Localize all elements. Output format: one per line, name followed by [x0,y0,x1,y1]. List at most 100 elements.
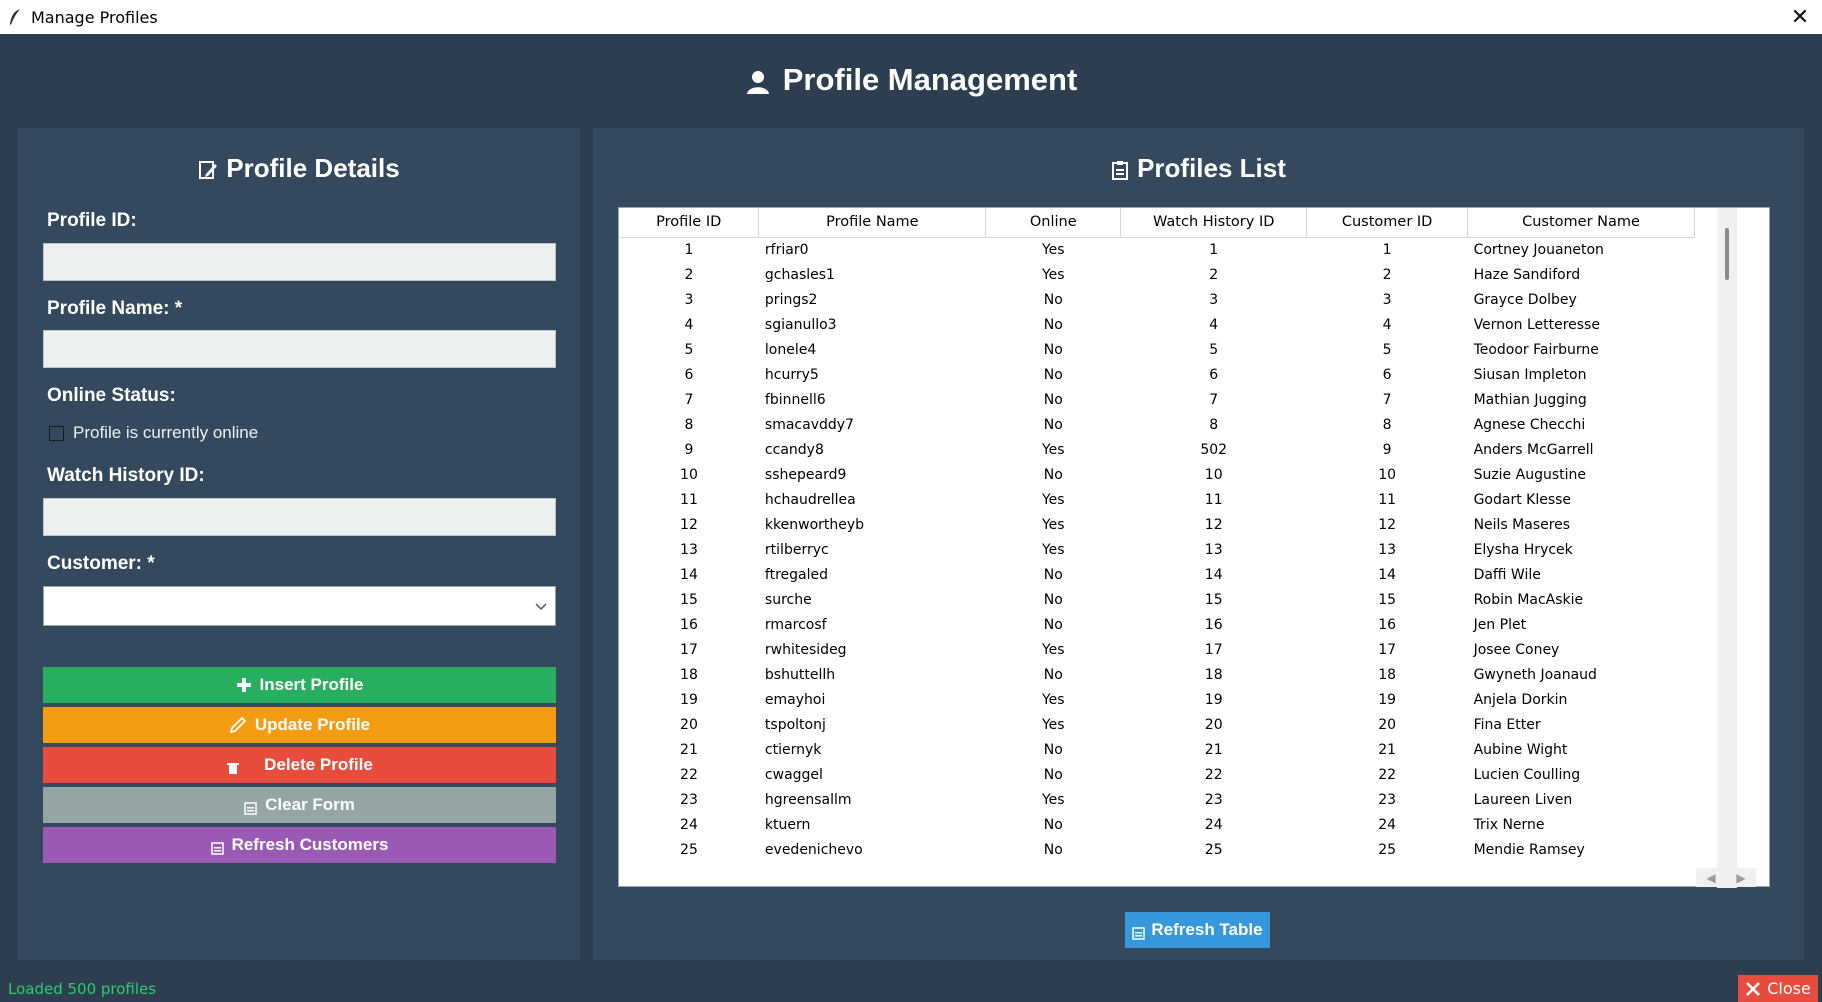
table-cell: 21 [1378,741,1397,758]
table-cell: 12 [1378,516,1397,533]
table-cell: 19 [1378,691,1397,708]
vertical-scrollbar-thumb[interactable] [1725,228,1729,280]
table-cell: No [1043,816,1063,833]
table-cell: Fina Etter [1473,716,1541,733]
window-close-icon[interactable]: ✕ [1788,4,1812,29]
scroll-right-icon[interactable]: ▶ [1736,871,1745,885]
online-checkbox[interactable] [49,425,64,441]
table-row[interactable]: 8 smacavddy7 No 8 8 Agnese Checchi [619,412,1695,437]
table-row[interactable]: 17 rwhitesideg Yes 17 17 Josee Coney [619,637,1695,662]
table-cell: 20 [1204,716,1223,733]
clear-form-button[interactable]: Clear Form [43,787,556,823]
watch-history-label: Watch History ID: [47,465,205,486]
table-cell: hchaudrellea [764,491,856,508]
table-row[interactable]: 20 tspoltonj Yes 20 20 Fina Etter [619,712,1695,737]
table-cell: 24 [1204,816,1223,833]
table-cell: No [1043,566,1063,583]
table-row[interactable]: 4 sgianullo3 No 4 4 Vernon Letteresse [619,312,1695,337]
table-row[interactable]: 25 evedenichevo No 25 25 Mendie Ramsey [619,837,1695,862]
table-cell: Lucien Coulling [1473,766,1581,783]
table-cell: sgianullo3 [764,316,837,333]
table-cell: Yes [1041,691,1065,708]
profiles-list-panel: Profiles List Profile ID Profile Name Onli… [593,128,1804,960]
table-row[interactable]: 19 emayhoi Yes 19 19 Anjela Dorkin [619,687,1695,712]
table-cell: 20 [1378,716,1397,733]
table-cell: 23 [1378,791,1397,808]
table-cell: 16 [1204,616,1223,633]
table-row[interactable]: 12 kkenwortheyb Yes 12 12 Neils Maseres [619,512,1695,537]
close-button[interactable]: Close [1738,975,1818,1002]
pencil-icon [229,716,247,734]
table-row[interactable]: 16 rmarcosf No 16 16 Jen Plet [619,612,1695,637]
column-header[interactable]: Online [985,208,1122,238]
table-row[interactable]: 6 hcurry5 No 6 6 Siusan Impleton [619,362,1695,387]
table-cell: Cortney Jouaneton [1473,241,1604,258]
table-cell: Agnese Checchi [1473,416,1586,433]
table-row[interactable]: 7 fbinnell6 No 7 7 Mathian Jugging [619,387,1695,412]
table-row[interactable]: 11 hchaudrellea Yes 11 11 Godart Klesse [619,487,1695,512]
profile-id-field[interactable] [43,243,556,281]
profile-name-label: Profile Name: * [47,298,183,319]
table-cell: Laureen Liven [1473,791,1573,808]
table-cell: sshepeard9 [764,466,847,483]
profile-id-label: Profile ID: [47,210,137,231]
table-cell: 24 [1378,816,1397,833]
column-header[interactable]: Customer Name [1467,208,1695,238]
table-cell: 21 [680,741,698,758]
table-row[interactable]: 24 ktuern No 24 24 Trix Nerne [619,812,1695,837]
table-cell: No [1043,341,1063,358]
table-body: 1 rfriar0 Yes 1 1 Cortney Jouaneton 2 gchasles1… [619,237,1695,862]
horizontal-scrollbar[interactable]: ◀ ▶ [1696,868,1756,887]
table-row[interactable]: 1 rfriar0 Yes 1 1 Cortney Jouaneton [619,237,1695,262]
scroll-left-icon[interactable]: ◀ [1706,871,1715,885]
refresh-table-button[interactable]: Refresh Table [1125,912,1270,948]
table-cell: 16 [680,616,698,633]
table-cell: hgreensallm [764,791,852,808]
table-cell: 12 [680,516,698,533]
profile-details-title: Profile Details [226,152,400,183]
insert-profile-label: Insert Profile [259,675,364,694]
online-checkbox-row[interactable]: Profile is currently online [49,423,258,443]
table-cell: Aubine Wight [1473,741,1568,758]
online-status-label: Online Status: [47,385,176,406]
table-cell: Gwyneth Joanaud [1473,666,1597,683]
table-cell: 17 [1378,641,1397,658]
table-row[interactable]: 13 rtilberryc Yes 13 13 Elysha Hrycek [619,537,1695,562]
table-cell: rwhitesideg [764,641,847,658]
table-row[interactable]: 9 ccandy8 Yes 502 9 Anders McGarrell [619,437,1695,462]
table-row[interactable]: 10 sshepeard9 No 10 10 Suzie Augustine [619,462,1695,487]
update-profile-button[interactable]: Update Profile [43,707,556,743]
table-row[interactable]: 18 bshuttellh No 18 18 Gwyneth Joanaud [619,662,1695,687]
clipboard-icon [244,801,257,815]
table-cell: Yes [1041,491,1065,508]
online-checkbox-label: Profile is currently online [73,423,259,442]
table-row[interactable]: 23 hgreensallm Yes 23 23 Laureen Liven [619,787,1695,812]
close-button-label: Close [1767,979,1811,998]
table-row[interactable]: 15 surche No 15 15 Robin MacAskie [619,587,1695,612]
table-cell: 6 [1209,366,1219,383]
watch-history-field[interactable] [43,498,556,536]
profile-name-field[interactable] [43,330,556,368]
table-cell: No [1043,316,1063,333]
table-row[interactable]: 3 prings2 No 3 3 Grayce Dolbey [619,287,1695,312]
table-row[interactable]: 5 lonele4 No 5 5 Teodoor Fairburne [619,337,1695,362]
profiles-table-container: Profile ID Profile Name Online Watch Histor… [618,207,1770,888]
customer-label: Customer: * [47,553,155,574]
table-cell: Grayce Dolbey [1473,291,1577,308]
column-header[interactable]: Customer ID [1306,208,1469,238]
table-row[interactable]: 21 ctiernyk No 21 21 Aubine Wight [619,737,1695,762]
column-header[interactable]: Profile ID [619,208,760,238]
vertical-scrollbar[interactable] [1717,208,1737,888]
refresh-customers-button[interactable]: Refresh Customers [43,827,556,863]
table-row[interactable]: 14 ftregaled No 14 14 Daffi Wile [619,562,1695,587]
insert-profile-button[interactable]: Insert Profile [43,667,556,703]
table-row[interactable]: 2 gchasles1 Yes 2 2 Haze Sandiford [619,262,1695,287]
delete-profile-button[interactable]: Delete Profile [43,747,556,783]
column-header[interactable]: Watch History ID [1120,208,1308,238]
table-cell: Yes [1041,641,1065,658]
table-cell: No [1043,416,1063,433]
table-row[interactable]: 22 cwaggel No 22 22 Lucien Coulling [619,762,1695,787]
table-cell: 15 [1204,591,1223,608]
column-header[interactable]: Profile Name [758,208,987,238]
customer-select[interactable] [43,586,556,626]
